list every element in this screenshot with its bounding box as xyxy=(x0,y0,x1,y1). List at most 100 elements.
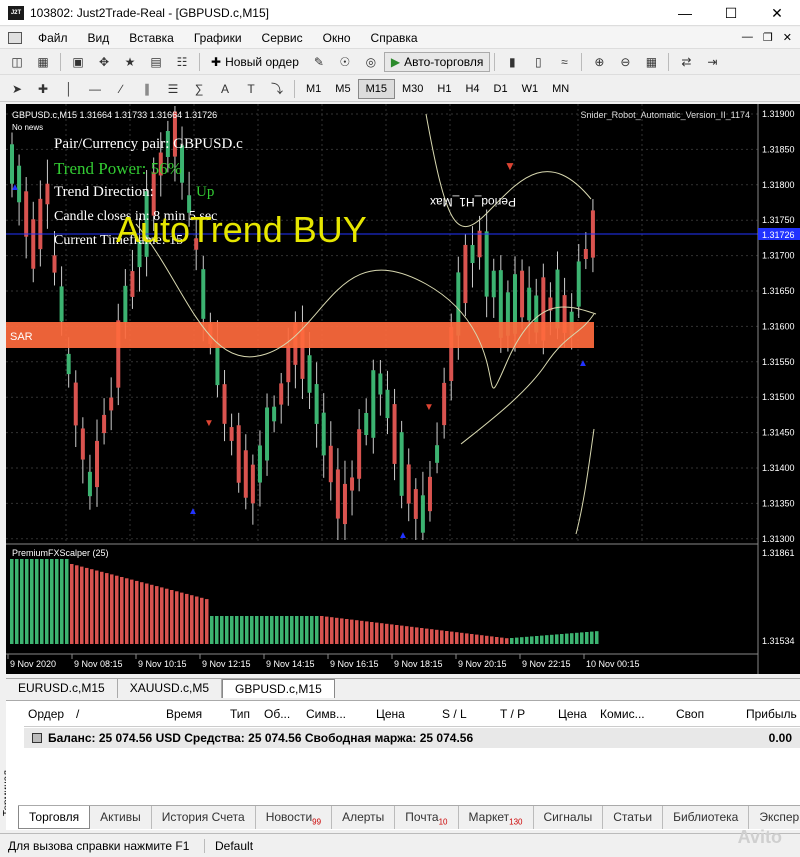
candle-body xyxy=(442,382,447,426)
histogram-bar xyxy=(195,596,199,644)
col-volume[interactable]: Об... xyxy=(264,707,290,721)
tf-m30[interactable]: M30 xyxy=(395,79,430,99)
histogram-bar xyxy=(365,621,369,644)
menu-charts[interactable]: Графики xyxy=(184,31,252,45)
histogram-bar xyxy=(525,636,529,644)
tf-w1[interactable]: W1 xyxy=(515,79,546,99)
signals-icon[interactable]: ☉ xyxy=(334,52,356,72)
terminal-icon[interactable]: ▤ xyxy=(145,52,167,72)
candle-body xyxy=(463,244,468,304)
auto-scroll-icon[interactable]: ⇄ xyxy=(675,52,697,72)
balance-row[interactable]: Баланс: 25 074.56 USD Средства: 25 074.5… xyxy=(24,728,800,748)
trendline-icon[interactable]: ∕ xyxy=(110,79,132,99)
status-profile[interactable]: Default xyxy=(205,839,253,853)
toolbar-separator xyxy=(581,52,583,71)
tf-m5[interactable]: M5 xyxy=(328,79,357,99)
histogram-bar xyxy=(560,634,564,644)
price-axis: 1.31900 1.31850 1.31800 1.31750 1.31700 1.316… xyxy=(762,109,795,544)
strategy-tester-icon[interactable]: ☷ xyxy=(171,52,193,72)
histogram-bar xyxy=(435,629,439,644)
col-sort[interactable]: / xyxy=(76,707,79,721)
tf-m15[interactable]: M15 xyxy=(357,78,395,99)
col-type[interactable]: Тип xyxy=(230,707,250,721)
child-minimize-icon[interactable]: — xyxy=(742,31,753,44)
data-window-icon[interactable]: ✥ xyxy=(93,52,115,72)
channel-icon[interactable]: ∥ xyxy=(136,79,158,99)
auto-trading-button[interactable]: ▶ Авто-торговля xyxy=(383,51,491,72)
tab-experts[interactable]: Экспер xyxy=(749,806,800,829)
tab-mailbox[interactable]: Почта10 xyxy=(395,806,459,829)
tab-alerts[interactable]: Алерты xyxy=(332,806,396,829)
chart-shift-icon[interactable]: ⇥ xyxy=(701,52,723,72)
maximize-icon[interactable]: ☐ xyxy=(708,0,754,26)
horizontal-line-icon[interactable]: — xyxy=(84,79,106,99)
text-tool-icon[interactable]: A xyxy=(214,79,236,99)
col-time[interactable]: Время xyxy=(166,707,202,721)
chart-tab-xauusd[interactable]: XAUUSD.c,M5 xyxy=(118,679,223,698)
profiles-icon[interactable]: ▦ xyxy=(32,52,54,72)
line-chart-icon[interactable]: ≈ xyxy=(553,52,575,72)
col-order[interactable]: Ордер xyxy=(28,707,64,721)
arrows-icon[interactable]: ⤵ xyxy=(266,79,288,99)
candlestick-icon[interactable]: ▯ xyxy=(527,52,549,72)
tile-windows-icon[interactable]: ▦ xyxy=(640,52,662,72)
text-label-icon[interactable]: T xyxy=(240,79,262,99)
col-price-current[interactable]: Цена xyxy=(558,707,587,721)
tf-mn[interactable]: MN xyxy=(545,79,576,99)
menu-file[interactable]: Файл xyxy=(28,31,78,45)
new-chart-icon[interactable]: ◫ xyxy=(6,52,28,72)
tf-h1[interactable]: H1 xyxy=(430,79,458,99)
bar-chart-icon[interactable]: ▮ xyxy=(501,52,523,72)
vps-icon[interactable]: ◎ xyxy=(360,52,382,72)
col-price[interactable]: Цена xyxy=(376,707,405,721)
tab-account-history[interactable]: История Счета xyxy=(152,806,256,829)
navigator-icon[interactable]: ★ xyxy=(119,52,141,72)
histogram-bar xyxy=(135,580,139,644)
col-commission[interactable]: Комис... xyxy=(600,707,645,721)
child-close-icon[interactable]: ✕ xyxy=(783,31,792,44)
tf-m1[interactable]: M1 xyxy=(299,79,328,99)
zoom-in-icon[interactable]: ⊕ xyxy=(588,52,610,72)
col-sl[interactable]: S / L xyxy=(442,707,467,721)
candle-body xyxy=(87,471,92,497)
menu-window[interactable]: Окно xyxy=(313,31,361,45)
tab-news[interactable]: Новости99 xyxy=(256,806,333,829)
metaeditor-icon[interactable]: ✎ xyxy=(308,52,330,72)
time-tick: 9 Nov 20:15 xyxy=(458,659,507,669)
chart-window-icon[interactable] xyxy=(8,31,22,44)
col-profit[interactable]: Прибыль xyxy=(746,707,797,721)
cursor-icon[interactable]: ➤ xyxy=(6,79,28,99)
tf-d1[interactable]: D1 xyxy=(487,79,515,99)
menu-insert[interactable]: Вставка xyxy=(119,31,184,45)
tab-signals[interactable]: Сигналы xyxy=(534,806,604,829)
price-chart[interactable]: SAR ▼ ▼ ▼ ▲ ▲ ▲ ▲ GBPUSD.c,M15 1.31664 1… xyxy=(6,104,800,674)
vertical-line-icon[interactable]: │ xyxy=(58,79,80,99)
tf-h4[interactable]: H4 xyxy=(458,79,486,99)
new-order-button[interactable]: ✚ Новый ордер xyxy=(204,52,306,72)
chart-tab-eurusd[interactable]: EURUSD.c,M15 xyxy=(6,679,118,698)
tab-exposure[interactable]: Активы xyxy=(90,806,152,829)
menu-view[interactable]: Вид xyxy=(78,31,120,45)
fibonacci-icon[interactable]: ☰ xyxy=(162,79,184,99)
chart-canvas[interactable]: SAR ▼ ▼ ▼ ▲ ▲ ▲ ▲ GBPUSD.c,M15 1.31664 1… xyxy=(6,104,800,674)
candle-body xyxy=(102,414,107,434)
candle-body xyxy=(24,191,29,237)
minimize-icon[interactable]: — xyxy=(662,0,708,26)
tab-market[interactable]: Маркет130 xyxy=(459,806,534,829)
tab-trade[interactable]: Торговля xyxy=(18,806,91,829)
zoom-out-icon[interactable]: ⊖ xyxy=(614,52,636,72)
candle-body xyxy=(52,255,57,273)
col-swap[interactable]: Своп xyxy=(676,707,704,721)
col-symbol[interactable]: Симв... xyxy=(306,707,346,721)
tab-library[interactable]: Библиотека xyxy=(663,806,750,829)
child-restore-icon[interactable]: ❐ xyxy=(763,31,773,44)
crosshair-icon[interactable]: ✚ xyxy=(32,79,54,99)
tab-articles[interactable]: Статьи xyxy=(603,806,664,829)
col-tp[interactable]: T / P xyxy=(500,707,525,721)
chart-tab-gbpusd[interactable]: GBPUSD.c,M15 xyxy=(222,679,335,698)
close-icon[interactable]: ✕ xyxy=(754,0,800,26)
menu-tools[interactable]: Сервис xyxy=(252,31,313,45)
menu-help[interactable]: Справка xyxy=(361,31,428,45)
market-watch-icon[interactable]: ▣ xyxy=(67,52,89,72)
gann-icon[interactable]: ∑ xyxy=(188,79,210,99)
